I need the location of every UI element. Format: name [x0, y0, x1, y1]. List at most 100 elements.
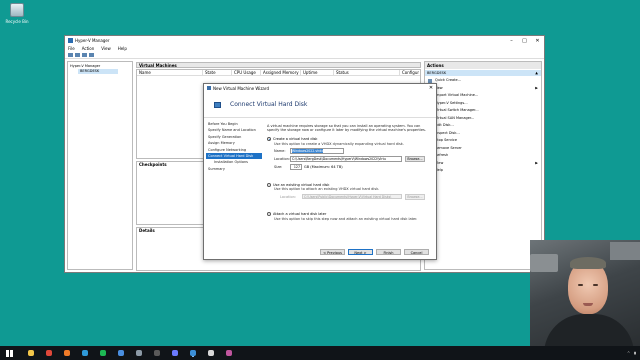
hyperv-window-title: Hyper-V Manager: [75, 38, 110, 43]
option-create-desc: Use this option to create a VHDX dynamic…: [274, 141, 404, 146]
wizard-title-bar[interactable]: New Virtual Machine Wizard ✕: [204, 84, 436, 92]
cancel-button[interactable]: Cancel: [404, 248, 429, 255]
webcam-overlay: [530, 240, 640, 346]
obs-icon[interactable]: [154, 350, 160, 356]
action-inspect-disk[interactable]: Inspect Disk...: [425, 130, 541, 138]
toolbar: [65, 52, 544, 59]
back-icon[interactable]: [68, 53, 73, 57]
menu-view[interactable]: View: [101, 46, 111, 51]
photos-icon[interactable]: [226, 350, 232, 356]
presenter-mouth: [583, 303, 593, 306]
browse-button[interactable]: Browse...: [405, 156, 425, 163]
col-cpu-usage[interactable]: CPU Usage: [232, 70, 261, 75]
background-shelf: [530, 254, 558, 272]
edge-icon[interactable]: [82, 350, 88, 356]
wizard-steps-nav: Before You Begin Specify Name and Locati…: [206, 121, 262, 172]
presenter-left-eye: [578, 284, 583, 286]
col-configuration[interactable]: Configur: [400, 70, 420, 75]
network-icon[interactable]: ▮: [634, 351, 636, 355]
taskbar: ^ ▮: [0, 346, 640, 360]
menu-action[interactable]: Action: [82, 46, 95, 51]
collapse-icon[interactable]: ▲: [535, 70, 538, 76]
menu-help[interactable]: Help: [118, 46, 127, 51]
actions-host-header[interactable]: BERGDESK ▲: [425, 70, 541, 76]
col-assigned-memory[interactable]: Assigned Memory: [261, 70, 301, 75]
hard-disk-icon: [214, 101, 221, 108]
action-quick-create[interactable]: Quick Create...: [425, 77, 541, 85]
up-icon[interactable]: [82, 53, 87, 57]
tray-chevron-icon[interactable]: ^: [627, 351, 630, 355]
option-create-label: Create a virtual hard disk: [273, 137, 318, 142]
radio-create-vhd[interactable]: [267, 137, 271, 142]
wizard-heading: Connect Virtual Hard Disk: [230, 101, 308, 108]
file-explorer-icon[interactable]: [28, 350, 34, 356]
radio-attach-later[interactable]: [267, 212, 271, 217]
existing-location-input[interactable]: C:\Users\Public\Documents\Hyper-V\Virtua…: [302, 193, 402, 200]
camera-icon[interactable]: [172, 350, 178, 356]
close-window-icon[interactable]: ✕: [531, 38, 544, 44]
step-summary[interactable]: Summary: [206, 166, 262, 172]
vhd-size-input[interactable]: 127: [290, 164, 302, 170]
show-hide-tree-icon[interactable]: [89, 53, 94, 57]
spotify-icon[interactable]: [100, 350, 106, 356]
action-virtual-san-manager[interactable]: Virtual SAN Manager...: [425, 115, 541, 123]
firefox-icon[interactable]: [64, 350, 70, 356]
col-state[interactable]: State: [203, 70, 232, 75]
intro-text: A virtual machine requires storage so th…: [267, 124, 426, 133]
action-new[interactable]: New ▶: [425, 85, 541, 93]
hyperv-icon[interactable]: [190, 350, 196, 356]
option-later-label: Attach a virtual hard disk later: [273, 212, 327, 217]
recycle-bin-desktop-icon[interactable]: Recycle Bin: [4, 3, 30, 24]
hyperv-title-bar[interactable]: Hyper-V Manager – □ ✕: [65, 36, 544, 45]
submenu-arrow-icon: ▶: [535, 85, 538, 90]
forward-icon[interactable]: [75, 53, 80, 57]
radio-existing-vhd[interactable]: [267, 182, 271, 187]
minimize-icon[interactable]: –: [505, 38, 518, 44]
taskbar-pinned-apps: [16, 350, 232, 356]
action-label: Stop Service: [435, 138, 458, 142]
tree-item-bergdesk[interactable]: BERGDESK: [78, 69, 118, 74]
wizard-app-icon: [207, 86, 211, 90]
wizard-close-icon[interactable]: ✕: [426, 85, 436, 91]
presenter-hair: [570, 257, 606, 269]
action-remove-server[interactable]: Remove Server: [425, 145, 541, 153]
tree-root-hyperv-manager[interactable]: Hyper-V Manager: [70, 64, 130, 69]
vm-column-headers: Name State CPU Usage Assigned Memory Upt…: [137, 70, 420, 76]
menu-file[interactable]: File: [68, 46, 75, 51]
virtual-machines-header: Virtual Machines: [136, 62, 421, 68]
maximize-icon[interactable]: □: [518, 38, 531, 44]
action-hyperv-settings[interactable]: Hyper-V Settings...: [425, 100, 541, 108]
action-edit-disk[interactable]: Edit Disk...: [425, 122, 541, 130]
col-uptime[interactable]: Uptime: [301, 70, 334, 75]
chrome-icon[interactable]: [46, 350, 52, 356]
action-import-vm[interactable]: Import Virtual Machine...: [425, 92, 541, 100]
settings-icon[interactable]: [136, 350, 142, 356]
col-status[interactable]: Status: [334, 70, 400, 75]
option-later-desc: Use this option to skip this step now an…: [274, 216, 418, 221]
step-specify-name-location[interactable]: Specify Name and Location: [206, 127, 262, 133]
previous-button[interactable]: < Previous: [320, 248, 345, 255]
location-label: Location:: [274, 157, 290, 162]
wizard-header: Connect Virtual Hard Disk: [204, 92, 436, 118]
action-view[interactable]: View ▶: [425, 160, 541, 168]
finish-button[interactable]: Finish: [376, 248, 401, 255]
action-label: Remove Server: [435, 145, 462, 150]
wizard-title: New Virtual Machine Wizard: [213, 85, 269, 91]
actions-pane: Actions BERGDESK ▲ Quick Create... New ▶ I…: [424, 61, 542, 270]
action-help[interactable]: Help: [425, 167, 541, 175]
start-button[interactable]: [2, 346, 16, 360]
mail-icon[interactable]: [118, 350, 124, 356]
action-virtual-switch-manager[interactable]: Virtual Switch Manager...: [425, 107, 541, 115]
col-name[interactable]: Name: [137, 70, 203, 75]
vhd-name-input[interactable]: Windows2022.vhdx: [290, 148, 344, 154]
terminal-icon[interactable]: [208, 350, 214, 356]
existing-browse-button[interactable]: Browse...: [405, 193, 425, 200]
option-existing-label: Use an existing virtual hard disk: [273, 182, 330, 187]
menu-bar: File Action View Help: [65, 45, 544, 52]
next-button[interactable]: Next >: [348, 248, 373, 255]
action-refresh[interactable]: Refresh: [425, 152, 541, 160]
action-label: Quick Create...: [435, 78, 461, 82]
action-stop-service[interactable]: Stop Service: [425, 137, 541, 145]
vhd-location-input[interactable]: C:\Users\BergDesk\Documents\HyperV\Windo…: [290, 156, 402, 162]
presenter-right-eye: [593, 284, 598, 286]
